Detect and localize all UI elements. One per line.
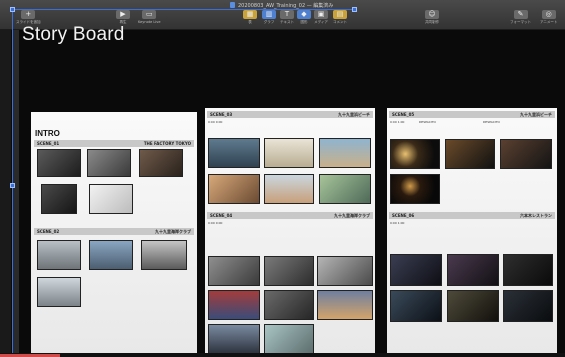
- window-title: 20200803_AW_Training_02 — 編集済み: [230, 1, 360, 9]
- shot-image: [319, 174, 371, 204]
- shot-image: [37, 240, 81, 270]
- scene-bar-02: SCENE_02 九十九里海岸クラブ: [34, 228, 194, 235]
- shot-image: [264, 324, 314, 354]
- storyboard-page-1[interactable]: INTRO SCENE_01 THE FACTORY TOKYO SCENE_0…: [31, 112, 197, 357]
- collaborate-button[interactable]: ☺ 共同制作: [425, 10, 439, 28]
- shot-image: [445, 139, 495, 169]
- document-icon: [230, 2, 235, 8]
- selection-handle-top-left[interactable]: [10, 7, 15, 12]
- shot-image: [503, 290, 553, 322]
- keynote-live-button[interactable]: ▭ Keynote Live: [138, 10, 161, 28]
- shape-button[interactable]: ◆ 図形: [297, 10, 311, 28]
- media-icon: ▣: [314, 10, 328, 19]
- shot-image: [503, 254, 553, 286]
- shot-image: [264, 138, 314, 168]
- storyboard-page-3[interactable]: SCENE_05 九十九里浜ビーチ 0:00 1:00 DESPACITO DE…: [387, 108, 557, 357]
- shot-image: [208, 138, 260, 168]
- shot-image: [89, 184, 133, 214]
- shot-image: [37, 149, 81, 177]
- slide-title[interactable]: Story Board: [22, 24, 125, 46]
- selection-handle-top-right[interactable]: [352, 7, 357, 12]
- shot-image: [317, 256, 373, 286]
- navigator-scrollbar[interactable]: [13, 30, 19, 357]
- collaborate-icon: ☺: [425, 10, 439, 19]
- selection-handle-left[interactable]: [10, 183, 15, 188]
- slide-navigator[interactable]: [0, 30, 11, 357]
- shot-image: [500, 139, 552, 169]
- shot-image: [264, 256, 314, 286]
- scene-bar-03: SCENE_03 九十九里浜ビーチ: [207, 111, 373, 118]
- shot-image: [141, 240, 187, 270]
- scene-bar-05: SCENE_05 九十九里浜ビーチ: [389, 111, 555, 118]
- shape-icon: ◆: [297, 10, 311, 19]
- shot-image: [208, 174, 260, 204]
- scene-bar-01: SCENE_01 THE FACTORY TOKYO: [34, 140, 194, 147]
- chart-button[interactable]: ▥ グラフ: [262, 10, 276, 28]
- media-button[interactable]: ▣ メディア: [314, 10, 328, 28]
- comment-button[interactable]: ▤ コメント: [333, 10, 347, 28]
- shot-image: [264, 174, 314, 204]
- brush-icon: ✎: [513, 10, 528, 19]
- text-icon: T: [280, 10, 294, 19]
- shot-image: [208, 290, 260, 320]
- storyboard-page-2[interactable]: SCENE_03 九十九里浜ビーチ 0:00 0:00 SCENE_04 九十九…: [205, 108, 375, 357]
- shot-image: [208, 256, 260, 286]
- animate-button[interactable]: ◎ アニメート: [540, 10, 557, 28]
- shot-image: [319, 138, 371, 168]
- plus-icon: +: [21, 10, 36, 19]
- shot-image: [390, 290, 442, 322]
- shot-image: [139, 149, 183, 177]
- comment-icon: ▤: [333, 10, 347, 19]
- play-icon: ▶: [116, 10, 130, 19]
- shot-image: [89, 240, 133, 270]
- shot-image: [390, 254, 442, 286]
- text-button[interactable]: T テキスト: [280, 10, 294, 28]
- shot-image: [447, 254, 499, 286]
- live-icon: ▭: [142, 10, 157, 19]
- table-button[interactable]: ▦ 表: [243, 10, 257, 28]
- shot-image: [37, 277, 81, 307]
- intro-heading: INTRO: [35, 129, 60, 138]
- scene-bar-04: SCENE_04 九十九里海岸クラブ: [207, 212, 373, 219]
- chart-icon: ▥: [262, 10, 276, 19]
- shot-image: [317, 290, 373, 320]
- shot-image: [208, 324, 260, 354]
- shot-image: [447, 290, 499, 322]
- shot-image: [390, 139, 440, 169]
- animate-icon: ◎: [541, 10, 556, 19]
- shot-image: [87, 149, 131, 177]
- shot-image: [390, 174, 440, 204]
- table-icon: ▦: [243, 10, 257, 19]
- shot-image: [41, 184, 77, 214]
- format-button[interactable]: ✎ フォーマット: [510, 10, 531, 28]
- selection-top-edge: [12, 9, 355, 10]
- shot-image: [264, 290, 314, 320]
- scene-bar-06: SCENE_06 六本木レストラン: [389, 212, 555, 219]
- status-bar: [0, 353, 565, 357]
